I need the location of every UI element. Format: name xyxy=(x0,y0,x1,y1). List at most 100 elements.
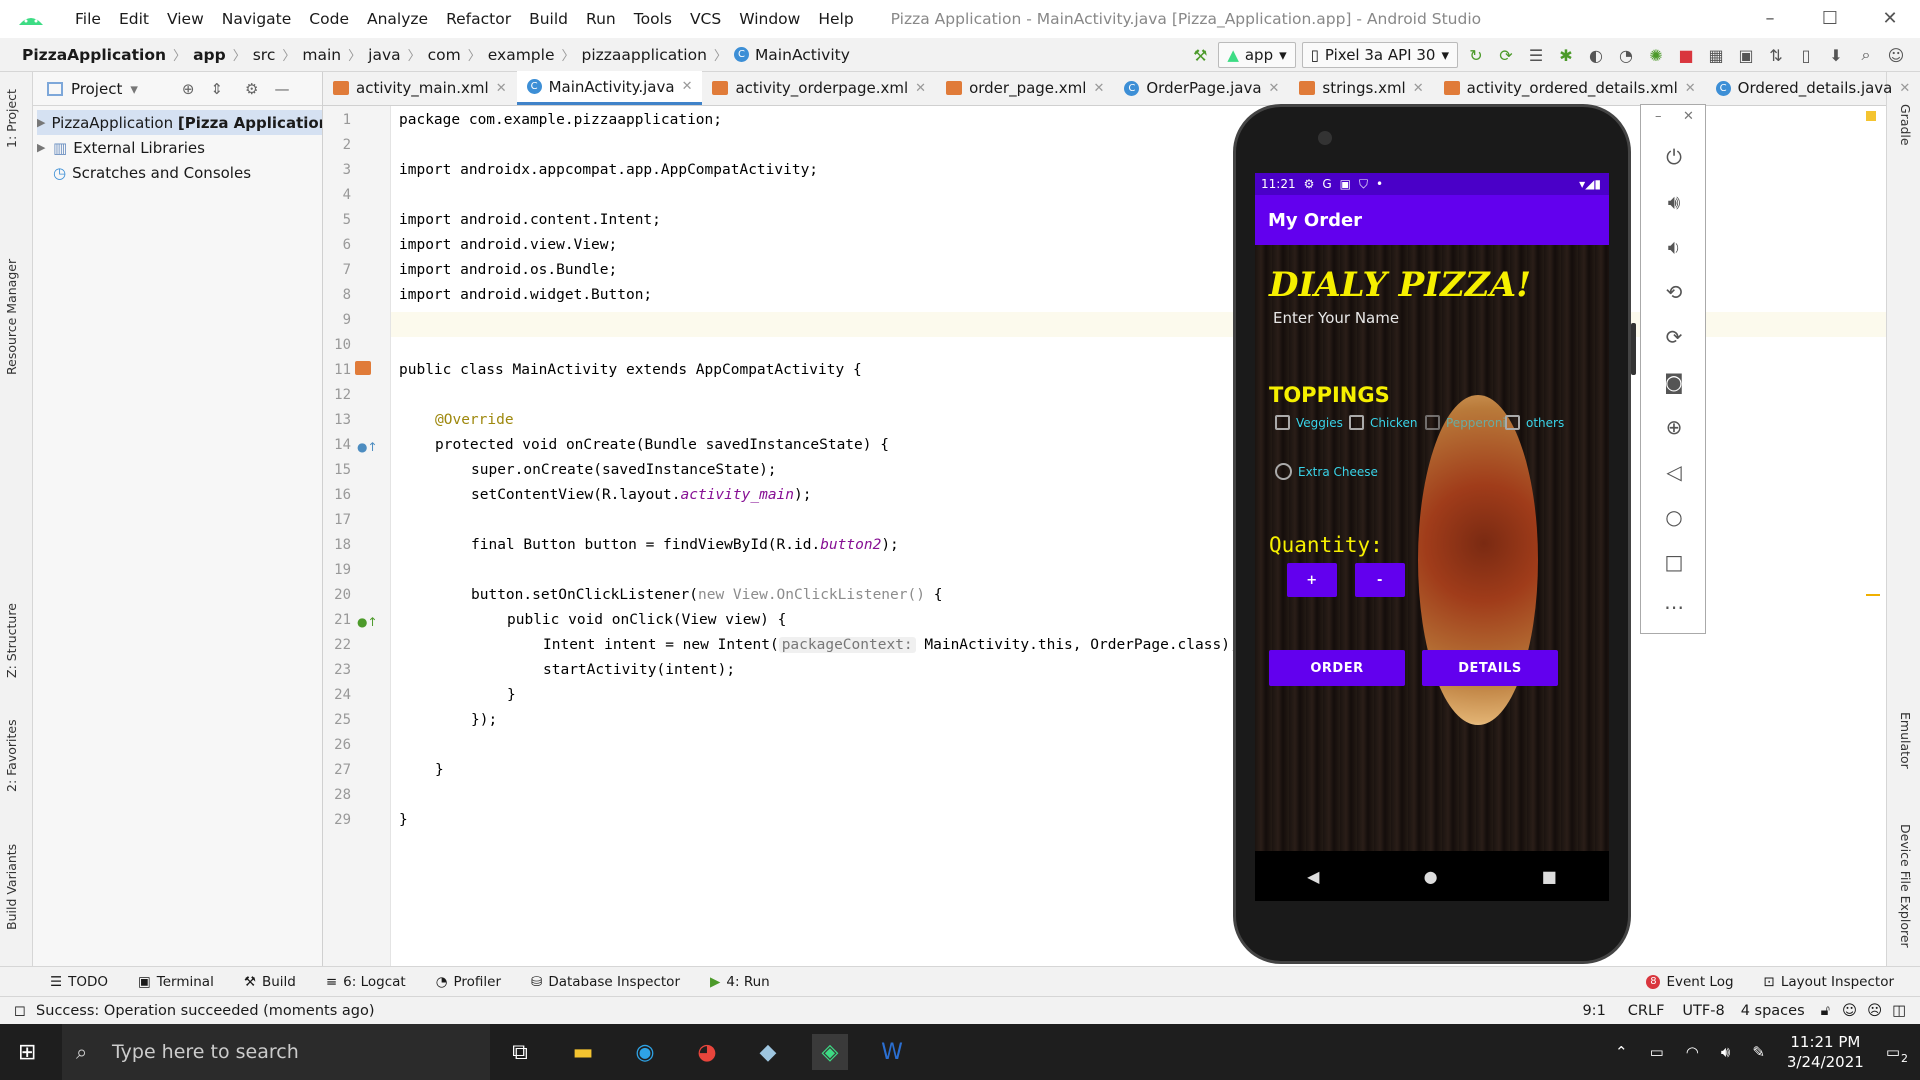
indent-setting[interactable]: 4 spaces xyxy=(1741,1003,1805,1019)
breadcrumb-example[interactable]: example xyxy=(488,46,555,64)
pen-icon[interactable]: ✎ xyxy=(1752,1043,1765,1061)
menu-build[interactable]: Build xyxy=(520,0,577,38)
project-view-select[interactable]: Project xyxy=(71,80,122,98)
caret-position[interactable]: 9:1 xyxy=(1582,1003,1605,1019)
logcat-tool-button[interactable]: ≡ 6: Logcat xyxy=(326,974,406,990)
coverage-icon[interactable]: ✺ xyxy=(1644,43,1668,67)
menu-tools[interactable]: Tools xyxy=(625,0,681,38)
maximize-button[interactable]: ☐ xyxy=(1800,0,1860,38)
avd-manager-icon[interactable]: ▣ xyxy=(1734,43,1758,67)
hide-icon[interactable]: — xyxy=(274,80,289,98)
apply-changes-icon[interactable]: ⟳ xyxy=(1494,43,1518,67)
power-key[interactable] xyxy=(1631,323,1636,375)
status-message[interactable]: Success: Operation succeeded (moments ag… xyxy=(36,1003,374,1019)
menu-view[interactable]: View xyxy=(158,0,213,38)
taskbar-search[interactable]: ⌕ Type here to search xyxy=(62,1024,490,1080)
edge-icon[interactable]: ◉ xyxy=(627,1034,663,1070)
profiler-tool-button[interactable]: ◔ Profiler xyxy=(436,974,501,990)
tab-activity-ordered-details-xml[interactable]: activity_ordered_details.xml ✕ xyxy=(1434,71,1706,105)
recents-nav-button[interactable]: ■ xyxy=(1542,867,1557,886)
home-nav-button[interactable]: ● xyxy=(1424,867,1438,886)
menu-vcs[interactable]: VCS xyxy=(681,0,730,38)
project-structure-icon[interactable]: ▦ xyxy=(1704,43,1728,67)
stop-icon[interactable]: ■ xyxy=(1674,43,1698,67)
breadcrumb-project[interactable]: PizzaApplication xyxy=(22,46,166,64)
sync-gradle-icon[interactable]: ⇅ xyxy=(1764,43,1788,67)
radio-extra-cheese[interactable]: Extra Cheese xyxy=(1275,463,1378,480)
tab-ordered-details-java[interactable]: C Ordered_details.java ✕ xyxy=(1706,71,1920,105)
tab-mainactivity-java[interactable]: C MainActivity.java ✕ xyxy=(516,71,703,105)
windows-start-icon[interactable]: ⊞ xyxy=(18,1040,36,1065)
layout-inspector-tool-button[interactable]: ⊡ Layout Inspector xyxy=(1764,974,1894,990)
details-button[interactable]: DETAILS xyxy=(1422,650,1558,686)
tab-order-page-xml[interactable]: order_page.xml ✕ xyxy=(936,71,1114,105)
breadcrumb-java[interactable]: java xyxy=(368,46,400,64)
zoom-icon[interactable]: ⊕ xyxy=(1641,415,1707,439)
locate-icon[interactable]: ⊕ xyxy=(182,80,195,98)
file-encoding[interactable]: UTF-8 xyxy=(1682,1003,1724,1019)
hammer-icon[interactable]: ⚒ xyxy=(1188,43,1212,67)
battery-icon[interactable]: ▭ xyxy=(1650,1043,1664,1061)
build-tool-button[interactable]: ⚒ Build xyxy=(244,974,296,990)
build-variants-tool-button[interactable]: Build Variants xyxy=(4,844,19,930)
checkbox-pepperoni[interactable]: Pepperoni xyxy=(1425,415,1506,430)
volume-up-icon[interactable]: 🔊︎ xyxy=(1641,190,1707,214)
volume-icon[interactable]: 🔊︎ xyxy=(1721,1043,1730,1061)
chevron-right-icon[interactable]: ▶ xyxy=(37,116,45,129)
close-icon[interactable]: ✕ xyxy=(1899,81,1910,96)
more-icon[interactable]: ⋯ xyxy=(1641,595,1707,619)
tree-item-external-libraries[interactable]: ▶ ▥ External Libraries xyxy=(37,135,322,160)
order-button[interactable]: ORDER xyxy=(1269,650,1405,686)
tab-orderpage-java[interactable]: C OrderPage.java ✕ xyxy=(1114,71,1289,105)
back-icon[interactable]: ◁ xyxy=(1641,460,1707,484)
breadcrumb-class[interactable]: MainActivity xyxy=(755,46,850,64)
chevron-right-icon[interactable]: ▶ xyxy=(37,141,53,154)
chevron-up-icon[interactable]: ⌃ xyxy=(1615,1043,1628,1061)
task-view-icon[interactable]: ⧉ xyxy=(502,1034,538,1070)
happy-face-icon[interactable]: ☺ xyxy=(1842,1003,1857,1019)
terminal-tool-button[interactable]: ▣ Terminal xyxy=(138,974,214,990)
todo-tool-button[interactable]: ☰ TODO xyxy=(50,974,108,990)
run-config-select[interactable]: ▲ app ▾ xyxy=(1218,42,1296,68)
device-select[interactable]: ▯ Pixel 3a API 30 ▾ xyxy=(1301,42,1458,68)
menu-navigate[interactable]: Navigate xyxy=(213,0,301,38)
rotate-left-icon[interactable]: ⟲ xyxy=(1641,280,1707,304)
notification-center-icon[interactable]: ▭ 2 xyxy=(1886,1043,1908,1065)
debug-icon[interactable]: ✱ xyxy=(1554,43,1578,67)
power-icon[interactable]: ⏻ xyxy=(1641,145,1707,169)
minimize-icon[interactable]: – xyxy=(1655,109,1662,124)
breadcrumb-com[interactable]: com xyxy=(428,46,461,64)
warning-stripe-marker[interactable] xyxy=(1866,594,1880,596)
breadcrumb-app[interactable]: app xyxy=(193,46,226,64)
chrome-icon[interactable]: ◕ xyxy=(689,1034,725,1070)
gear-icon[interactable]: ⚙ xyxy=(245,80,258,98)
close-icon[interactable]: ✕ xyxy=(915,81,926,96)
profile-icon[interactable]: ◔ xyxy=(1614,43,1638,67)
search-icon[interactable]: ⌕ xyxy=(1854,43,1878,67)
apply-code-changes-icon[interactable]: ☰ xyxy=(1524,43,1548,67)
volume-down-icon[interactable]: 🔉︎ xyxy=(1641,235,1707,259)
resource-manager-tool-button[interactable]: Resource Manager xyxy=(4,259,19,375)
minimize-button[interactable]: – xyxy=(1740,0,1800,38)
rerun-icon[interactable]: ↻ xyxy=(1464,43,1488,67)
favorites-tool-button[interactable]: 2: Favorites xyxy=(4,719,19,792)
menu-code[interactable]: Code xyxy=(300,0,358,38)
breadcrumb-src[interactable]: src xyxy=(253,46,276,64)
app-icon[interactable]: ◆ xyxy=(750,1034,786,1070)
attach-debugger-icon[interactable]: ◐ xyxy=(1584,43,1608,67)
checkbox-others[interactable]: others xyxy=(1505,415,1564,430)
line-separator[interactable]: CRLF xyxy=(1628,1003,1665,1019)
device-manager-icon[interactable]: ▯ xyxy=(1794,43,1818,67)
menu-window[interactable]: Window xyxy=(730,0,809,38)
gutter-xml-icon[interactable] xyxy=(355,361,371,375)
close-icon[interactable]: ✕ xyxy=(682,79,693,94)
word-icon[interactable]: W xyxy=(874,1034,910,1070)
close-button[interactable]: ✕ xyxy=(1860,0,1920,38)
event-log-tool-button[interactable]: 8 Event Log xyxy=(1646,974,1734,990)
structure-tool-button[interactable]: Z: Structure xyxy=(4,603,19,678)
close-icon[interactable]: ✕ xyxy=(1683,109,1694,124)
tab-activity-main-xml[interactable]: activity_main.xml ✕ xyxy=(323,71,517,105)
rotate-right-icon[interactable]: ⟳ xyxy=(1641,325,1707,349)
home-icon[interactable]: ○ xyxy=(1641,505,1707,529)
close-icon[interactable]: ✕ xyxy=(1093,81,1104,96)
